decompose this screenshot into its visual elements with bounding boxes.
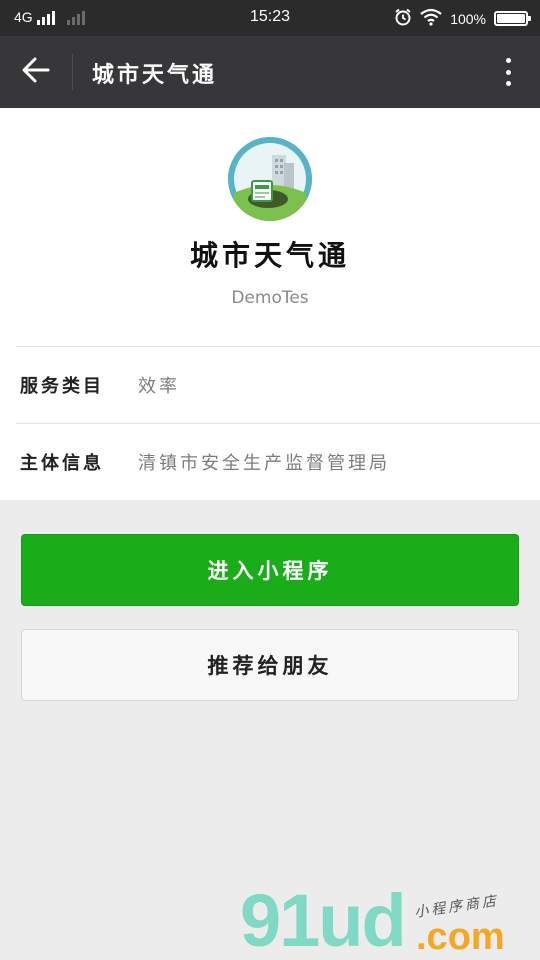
alarm-icon	[394, 8, 412, 29]
developer-name: DemoTes	[231, 288, 309, 308]
watermark-logo: 91ud 小程序商店 .com	[238, 879, 540, 960]
more-dot	[505, 69, 511, 75]
more-dot	[505, 81, 511, 86]
more-dot	[505, 58, 511, 63]
info-label: 主体信息	[20, 453, 104, 474]
info-value: 效率	[138, 376, 180, 397]
status-right: 100%	[394, 8, 531, 29]
app-avatar-icon	[228, 137, 312, 221]
info-value: 清镇市安全生产监督管理局	[138, 453, 390, 474]
arrow-left-icon	[22, 57, 50, 87]
battery-percent: 100%	[450, 10, 486, 27]
wifi-icon	[420, 8, 442, 29]
watermark-domain: .com	[416, 916, 505, 958]
share-to-friend-button[interactable]: 推荐给朋友	[21, 629, 519, 701]
more-button[interactable]	[498, 54, 518, 90]
back-button[interactable]	[14, 52, 58, 92]
app-profile: 城市天气通 DemoTes	[0, 108, 540, 346]
info-label: 服务类目	[20, 376, 104, 397]
battery-fill	[497, 14, 525, 23]
status-bar: 4G 15:23 100%	[0, 0, 540, 36]
app-name: 城市天气通	[189, 239, 350, 272]
enter-miniprogram-button[interactable]: 进入小程序	[21, 534, 519, 606]
page-title: 城市天气通	[92, 62, 218, 88]
app-info: 服务类目 效率 主体信息 清镇市安全生产监督管理局	[0, 346, 540, 500]
battery-icon	[494, 11, 531, 26]
info-row-entity[interactable]: 主体信息 清镇市安全生产监督管理局	[0, 424, 540, 500]
title-divider	[72, 54, 73, 90]
watermark-brand: 91ud	[240, 879, 407, 960]
info-row-category: 服务类目 效率	[0, 347, 540, 423]
title-bar: 城市天气通	[0, 36, 540, 108]
